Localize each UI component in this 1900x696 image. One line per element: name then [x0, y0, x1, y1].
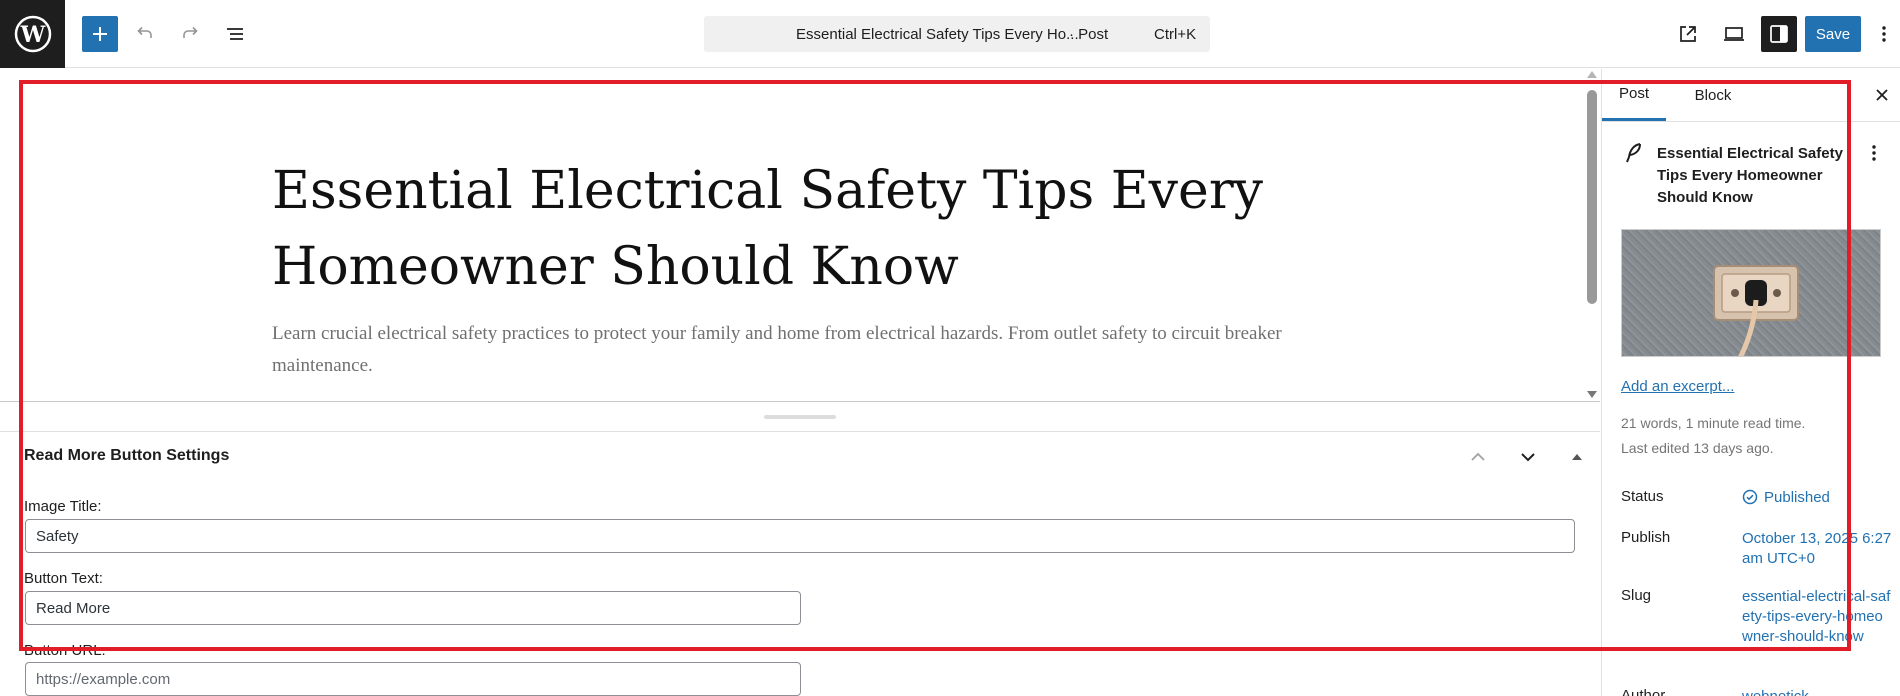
tab-block[interactable]: Block — [1682, 69, 1744, 121]
command-palette-bar[interactable]: Essential Electrical Safety Tips Every H… — [704, 16, 1210, 52]
more-vertical-icon — [1882, 26, 1886, 42]
redo-button[interactable] — [172, 16, 208, 52]
last-edited: Last edited 13 days ago. — [1621, 440, 1774, 456]
status-value[interactable]: Published — [1742, 488, 1892, 508]
editor-header: W Essential Electrical Safety Tips Every… — [0, 0, 1900, 68]
chevron-down-icon — [1521, 453, 1535, 462]
move-up-button[interactable] — [1464, 443, 1492, 471]
external-view-icon — [1680, 26, 1696, 42]
toggle-panel-button[interactable] — [1563, 443, 1591, 471]
save-button[interactable]: Save — [1805, 16, 1861, 52]
options-menu-button[interactable] — [1872, 16, 1896, 52]
triangle-up-icon — [1572, 454, 1582, 460]
summary-post-title: Essential Electrical Safety Tips Every H… — [1657, 145, 1843, 206]
status-text: Published — [1764, 489, 1830, 506]
button-text-label: Button Text: — [24, 570, 103, 587]
scroll-down-arrow[interactable] — [1587, 391, 1597, 398]
settings-toggle-button[interactable] — [1761, 16, 1797, 52]
slug-value[interactable]: essential-electrical-safety-tips-every-h… — [1742, 587, 1892, 647]
desktop-preview-icon — [1724, 27, 1744, 41]
wordpress-logo[interactable]: W — [0, 0, 65, 68]
post-actions-menu-button[interactable] — [1864, 141, 1884, 165]
author-value[interactable]: webnotick — [1742, 687, 1892, 696]
status-label: Status — [1621, 488, 1664, 505]
command-post-title: Essential Electrical Safety Tips Every H… — [796, 26, 1079, 43]
check-circle-icon — [1742, 489, 1758, 505]
wordpress-icon: W — [14, 15, 51, 53]
plus-icon — [93, 27, 107, 41]
editor-canvas: Essential Electrical Safety Tips Every H… — [0, 69, 1600, 402]
author-label: Author — [1621, 687, 1666, 696]
command-post-type: · Post — [1069, 26, 1109, 43]
svg-text:W: W — [19, 22, 45, 48]
move-down-button[interactable] — [1514, 443, 1542, 471]
button-url-label: Button URL: — [24, 642, 106, 659]
publish-label: Publish — [1621, 529, 1671, 546]
image-title-label: Image Title: — [24, 498, 102, 515]
button-url-input[interactable] — [25, 662, 801, 696]
more-vertical-icon — [1872, 145, 1876, 161]
settings-sidebar: Post Block Essential Electrical Safety T… — [1601, 69, 1900, 696]
sidebar-settings-icon — [1770, 25, 1788, 43]
scrollbar-thumb[interactable] — [1587, 90, 1597, 304]
tab-post[interactable]: Post — [1602, 69, 1666, 121]
scroll-up-arrow[interactable] — [1587, 71, 1597, 78]
metabox-divider — [0, 431, 1600, 432]
tabs-divider — [1602, 121, 1900, 122]
button-text-input[interactable] — [25, 591, 801, 625]
publish-date-value[interactable]: October 13, 2025 6:27 am UTC+0 — [1742, 529, 1892, 569]
metabox-title: Read More Button Settings — [24, 447, 230, 464]
post-title[interactable]: Essential Electrical Safety Tips Every H… — [272, 153, 1332, 305]
post-excerpt[interactable]: Learn crucial electrical safety practice… — [272, 318, 1292, 382]
document-overview-button[interactable] — [217, 16, 253, 52]
slug-label: Slug — [1621, 587, 1652, 604]
undo-icon — [137, 26, 152, 38]
outlet-photo — [1713, 265, 1799, 356]
view-post-button[interactable] — [1670, 16, 1706, 52]
command-shortcut: Ctrl+K — [1154, 26, 1197, 43]
add-excerpt-link[interactable]: Add an excerpt... — [1621, 378, 1734, 395]
document-overview-icon — [227, 28, 243, 40]
close-icon — [1876, 89, 1888, 101]
featured-image[interactable] — [1621, 229, 1881, 357]
preview-button[interactable] — [1716, 16, 1752, 52]
add-block-button[interactable] — [82, 16, 118, 52]
feather-icon — [1626, 143, 1641, 163]
close-sidebar-button[interactable] — [1870, 83, 1894, 107]
chevron-up-icon — [1471, 452, 1485, 461]
undo-button[interactable] — [127, 16, 163, 52]
metabox-resize-handle[interactable] — [764, 415, 836, 419]
image-title-input[interactable] — [25, 519, 1575, 553]
word-count: 21 words, 1 minute read time. — [1621, 415, 1806, 431]
redo-icon — [183, 26, 198, 38]
